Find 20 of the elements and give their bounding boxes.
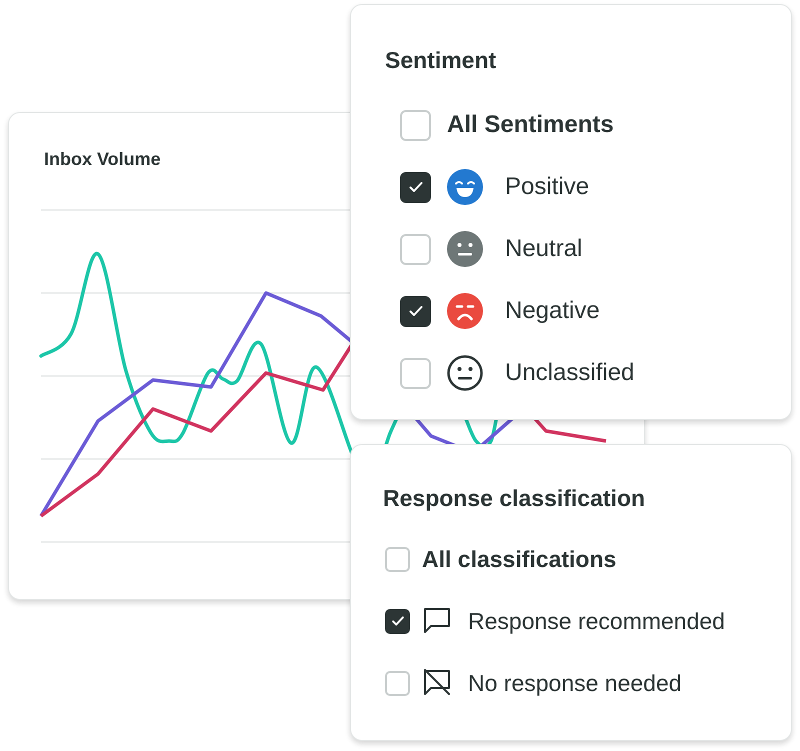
option-label: Negative bbox=[505, 297, 600, 325]
checkbox[interactable] bbox=[385, 608, 410, 634]
crossed-speech-bubble-icon bbox=[422, 669, 452, 697]
panel-title: Response classification bbox=[383, 485, 646, 512]
option-label: Unclassified bbox=[505, 359, 634, 387]
option-label: All Sentiments bbox=[447, 111, 614, 139]
frowning-face-icon bbox=[447, 293, 483, 329]
checkbox[interactable] bbox=[400, 172, 431, 202]
option-label: All classifications bbox=[422, 546, 616, 572]
checkbox[interactable] bbox=[400, 296, 431, 326]
option-label: Neutral bbox=[505, 235, 582, 263]
speech-bubble-icon bbox=[422, 607, 452, 635]
panel-title: Sentiment bbox=[385, 47, 498, 74]
option-label: No response needed bbox=[468, 670, 682, 696]
option-label: Response recommended bbox=[468, 608, 725, 634]
chart-title: Inbox Volume bbox=[44, 149, 161, 170]
neutral-face-outline-icon bbox=[447, 355, 483, 391]
option-label: Positive bbox=[505, 173, 590, 201]
neutral-face-icon bbox=[447, 231, 483, 267]
smiling-face-icon bbox=[447, 169, 483, 205]
